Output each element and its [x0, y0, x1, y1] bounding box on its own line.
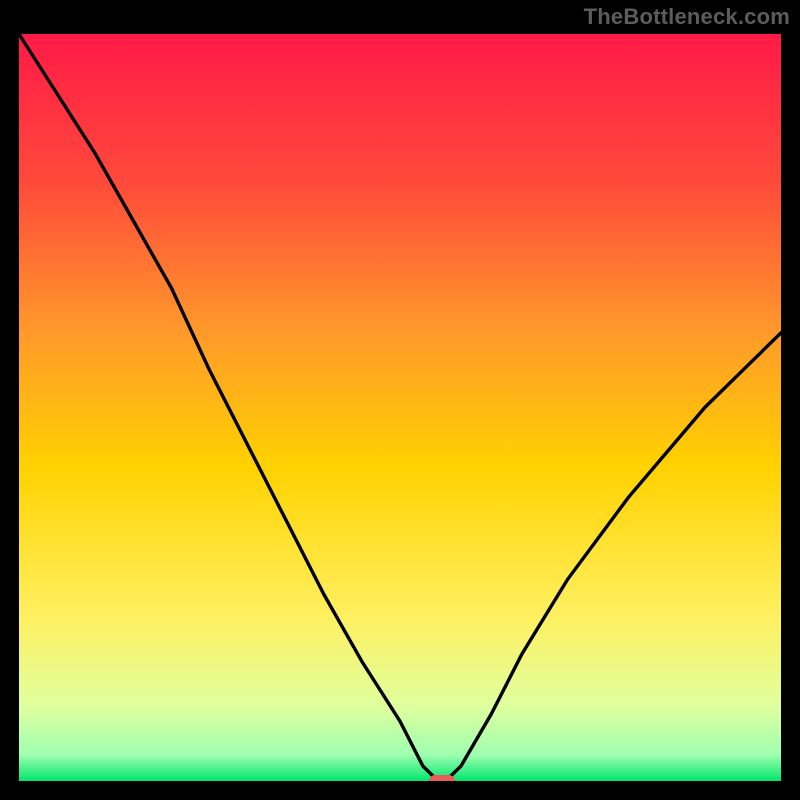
- attribution-label: TheBottleneck.com: [584, 4, 790, 30]
- plot-area: [19, 34, 781, 781]
- optimum-marker: [429, 775, 455, 784]
- chart-container: TheBottleneck.com: [0, 0, 800, 800]
- plot-frame: [16, 31, 784, 784]
- bottleneck-curve: [19, 34, 781, 781]
